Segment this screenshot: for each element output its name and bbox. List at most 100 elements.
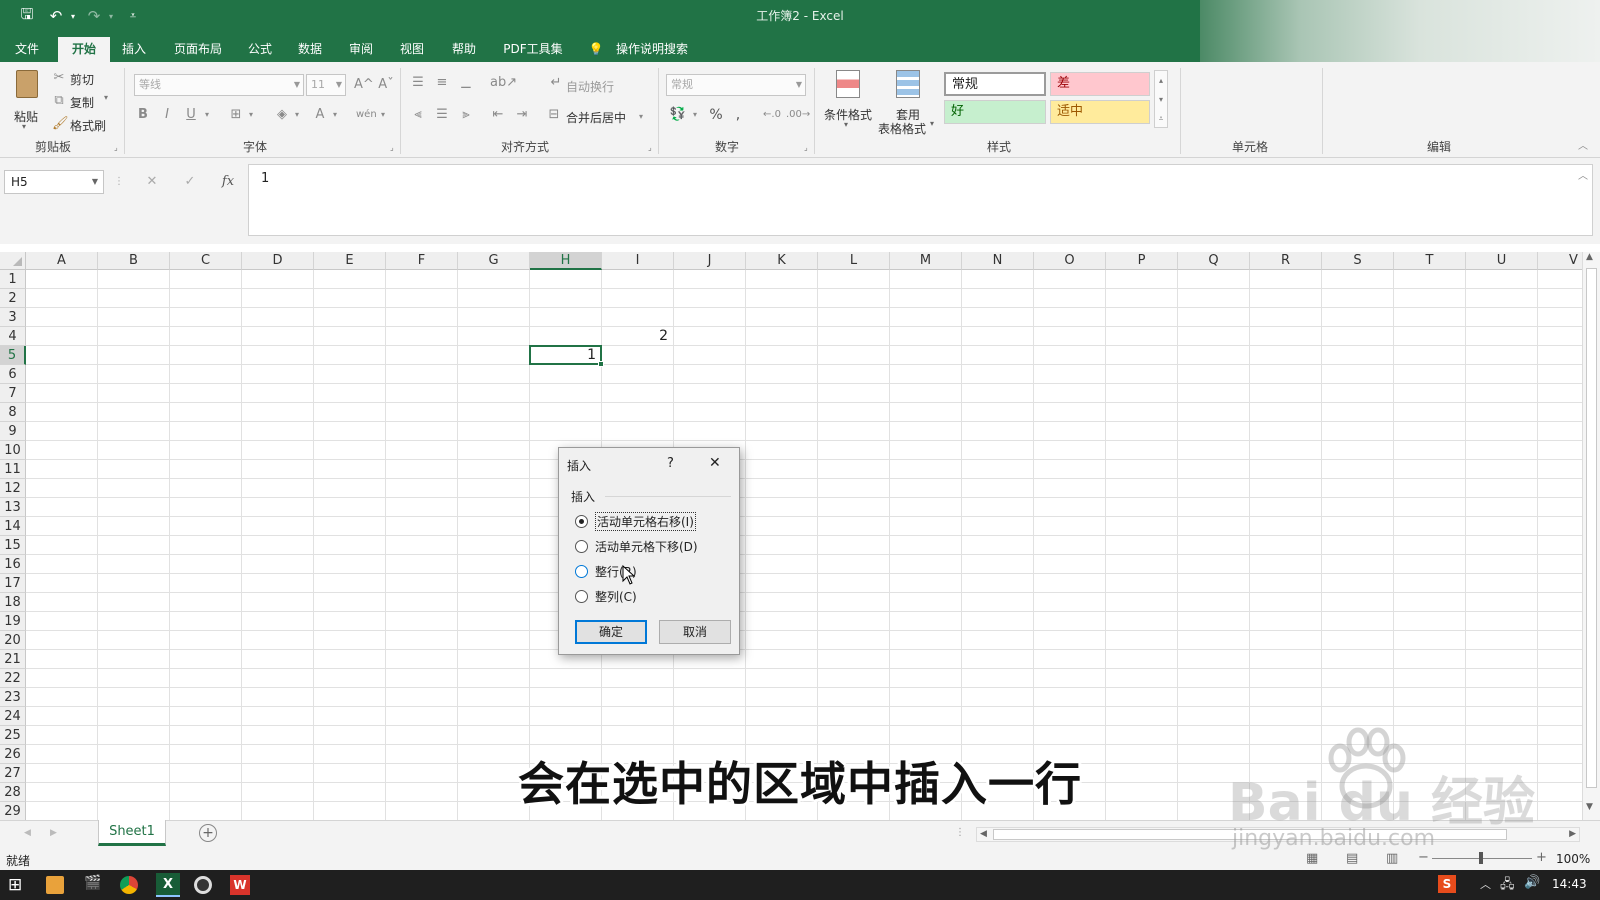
column-header-G[interactable]: G [458,252,530,270]
increase-decimal-icon[interactable]: ←.0 [762,106,782,124]
option-entire-column[interactable]: 整列(C) [575,587,637,605]
option-shift-right[interactable]: 活动单元格右移(I) [575,511,696,531]
row-header-13[interactable]: 13 [0,498,26,517]
prev-sheet-icon[interactable]: ◀ [24,828,31,838]
ok-button[interactable]: 确定 [575,620,647,644]
alignment-launcher-icon[interactable]: ⌟ [648,143,652,152]
merge-center-button[interactable]: 合并后居中 [566,109,626,126]
column-header-C[interactable]: C [170,252,242,270]
copy-button[interactable]: ⧉ 复制 ▾ [52,92,114,110]
zoom-slider[interactable] [1432,852,1532,864]
active-cell-outline[interactable] [529,345,604,367]
column-header-F[interactable]: F [386,252,458,270]
column-header-K[interactable]: K [746,252,818,270]
row-header-5[interactable]: 5 [0,346,26,365]
column-header-L[interactable]: L [818,252,890,270]
radio-shift-right[interactable] [575,514,588,528]
column-header-I[interactable]: I [602,252,674,270]
fill-handle[interactable] [598,361,604,367]
borders-icon[interactable]: ⊞ [228,106,244,124]
row-header-24[interactable]: 24 [0,707,26,726]
row-header-14[interactable]: 14 [0,517,26,536]
radio-shift-down[interactable] [575,539,588,553]
row-header-19[interactable]: 19 [0,612,26,631]
radio-entire-column[interactable] [575,589,588,603]
clock[interactable]: 14:43 [1552,877,1587,891]
tab-pdf-tools[interactable]: PDF工具集 [500,37,566,62]
column-header-J[interactable]: J [674,252,746,270]
normal-view-icon[interactable]: ▦ [1306,851,1318,866]
tab-page-layout[interactable]: 页面布局 [168,37,228,62]
row-header-12[interactable]: 12 [0,479,26,498]
column-header-Q[interactable]: Q [1178,252,1250,270]
fill-color-icon[interactable]: ◈ [274,106,290,124]
column-header-A[interactable]: A [26,252,98,270]
media-app-icon[interactable]: 🎬 [84,875,101,891]
row-header-16[interactable]: 16 [0,555,26,574]
column-header-U[interactable]: U [1466,252,1538,270]
align-middle-icon[interactable]: ≡ [434,74,450,92]
cancel-button[interactable]: 取消 [659,620,731,644]
cut-button[interactable]: ✂ 剪切 [52,69,100,87]
phonetic-icon[interactable]: wén [356,106,377,124]
row-header-17[interactable]: 17 [0,574,26,593]
italic-icon[interactable]: I [160,106,174,124]
close-icon[interactable]: ✕ [709,455,721,471]
row-header-20[interactable]: 20 [0,631,26,650]
column-header-T[interactable]: T [1394,252,1466,270]
page-layout-view-icon[interactable]: ▤ [1346,851,1358,866]
underline-dropdown-icon[interactable]: ▾ [202,106,212,124]
row-header-7[interactable]: 7 [0,384,26,403]
percent-icon[interactable]: % [708,106,724,124]
column-header-E[interactable]: E [314,252,386,270]
cell-I4[interactable]: 2 [602,328,668,344]
row-header-11[interactable]: 11 [0,460,26,479]
tab-insert[interactable]: 插入 [116,37,152,62]
collapse-formula-bar-icon[interactable]: ︿ [1576,168,1590,186]
number-launcher-icon[interactable]: ⌟ [804,143,808,152]
tab-view[interactable]: 视图 [394,37,430,62]
column-header-S[interactable]: S [1322,252,1394,270]
zoom-level[interactable]: 100% [1556,852,1590,866]
row-header-15[interactable]: 15 [0,536,26,555]
font-color-dropdown-icon[interactable]: ▾ [330,106,340,124]
column-header-O[interactable]: O [1034,252,1106,270]
scroll-up-icon[interactable]: ▲ [1586,252,1593,262]
excel-taskbar-icon[interactable]: X [156,873,180,897]
column-header-M[interactable]: M [890,252,962,270]
row-header-6[interactable]: 6 [0,365,26,384]
styles-scroll[interactable]: ▴ ▾ ⩡ [1154,70,1168,128]
vertical-scroll-thumb[interactable] [1586,268,1597,788]
select-all-corner[interactable] [0,252,26,270]
merge-dropdown-icon[interactable]: ▾ [636,108,646,126]
tab-data[interactable]: 数据 [292,37,328,62]
splitter-icon[interactable]: ⋮ [955,827,965,838]
align-top-icon[interactable]: ☰ [410,74,426,92]
decrease-indent-icon[interactable]: ⇤ [490,106,506,124]
file-explorer-icon[interactable] [46,876,64,894]
clipboard-launcher-icon[interactable]: ⌟ [114,143,118,152]
align-right-icon[interactable]: ⫸ [458,106,474,124]
column-header-R[interactable]: R [1250,252,1322,270]
align-center-icon[interactable]: ☰ [434,106,450,124]
font-color-icon[interactable]: A [312,106,328,124]
row-header-2[interactable]: 2 [0,289,26,308]
style-bad[interactable]: 差 [1050,72,1150,96]
cancel-edit-icon[interactable]: ✕ [144,173,160,191]
zoom-out-button[interactable]: − [1418,850,1429,865]
scroll-left-icon[interactable]: ◀ [980,829,987,839]
align-bottom-icon[interactable]: ⚊ [458,76,474,94]
row-header-1[interactable]: 1 [0,270,26,289]
phonetic-dropdown-icon[interactable]: ▾ [378,106,388,124]
grow-font-icon[interactable]: A^ [354,76,374,94]
column-header-P[interactable]: P [1106,252,1178,270]
column-header-V[interactable]: V [1538,252,1582,270]
align-left-icon[interactable]: ⫷ [410,106,426,124]
scroll-right-icon[interactable]: ▶ [1569,829,1576,839]
row-header-25[interactable]: 25 [0,726,26,745]
wrap-text-button[interactable]: 自动换行 [566,78,614,95]
orientation-icon[interactable]: ab↗ [490,74,517,92]
confirm-edit-icon[interactable]: ✓ [182,173,198,191]
row-header-9[interactable]: 9 [0,422,26,441]
row-header-18[interactable]: 18 [0,593,26,612]
